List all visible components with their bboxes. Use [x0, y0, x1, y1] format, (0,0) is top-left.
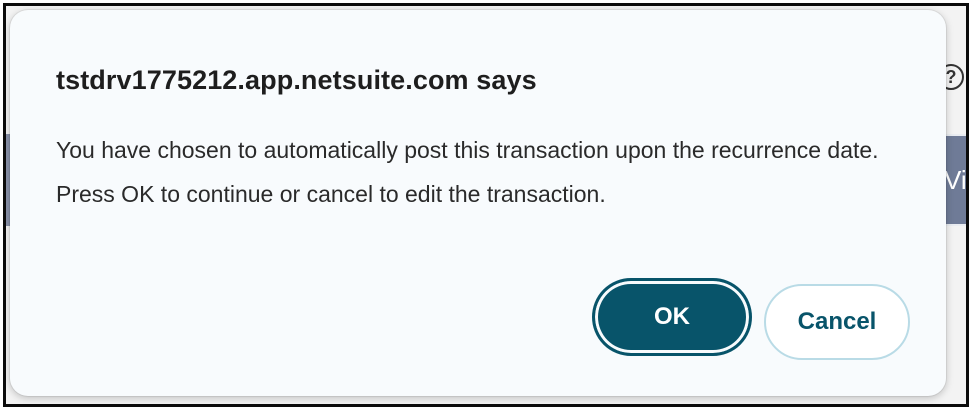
cancel-button[interactable]: Cancel [764, 284, 910, 360]
dialog-message: You have chosen to automatically post th… [56, 137, 879, 207]
confirm-dialog: tstdrv1775212.app.netsuite.com says You … [10, 10, 946, 396]
background-right-button[interactable]: Vi [944, 136, 966, 224]
screenshot-frame: ? Vi tstdrv1775212.app.netsuite.com says… [3, 3, 969, 407]
dialog-title: tstdrv1775212.app.netsuite.com says [56, 65, 537, 95]
ok-button[interactable]: OK [592, 278, 752, 356]
